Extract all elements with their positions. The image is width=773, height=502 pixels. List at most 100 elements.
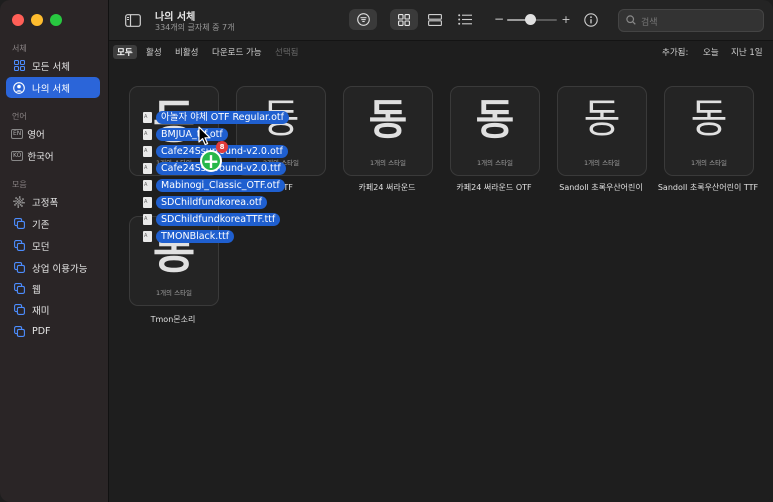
font-style-count: 1개의 스타일 bbox=[690, 159, 728, 167]
list-view-icon bbox=[458, 14, 472, 25]
sidebar-item-my-fonts[interactable]: 나의 서체 bbox=[6, 77, 100, 98]
list-view-button[interactable] bbox=[452, 9, 478, 30]
info-button[interactable] bbox=[582, 11, 599, 28]
dragged-file: A SDChildfundkorea.otf bbox=[143, 195, 267, 210]
sidebar-item-label: 한국어 bbox=[27, 151, 54, 163]
sidebar-item-label: 나의 서체 bbox=[32, 83, 70, 95]
sidebar-item-modern[interactable]: 모던 bbox=[6, 235, 100, 256]
font-preview-glyph: 동 bbox=[368, 95, 408, 144]
added-label: 추가됨: bbox=[662, 48, 689, 58]
sidebar-item-label: 웹 bbox=[32, 284, 41, 296]
sidebar-item-label: 기존 bbox=[32, 219, 50, 231]
grid-view-button[interactable] bbox=[390, 9, 418, 30]
dragged-file-label: SDChildfundkoreaTTF.ttf bbox=[156, 213, 281, 226]
sidebar: 서체 모든 서체 나의 서체 언어 EN 영어 KO 한국어 모음 고정폭 기존… bbox=[0, 0, 109, 502]
filter-all[interactable]: 모두 bbox=[113, 45, 137, 59]
dragged-file-label: TMONBlack.ttf bbox=[156, 230, 235, 243]
font-name: Sandoll 초록우산어린이 bbox=[559, 183, 643, 192]
sidebar-toggle-icon bbox=[125, 13, 141, 27]
grid-view-icon bbox=[398, 13, 410, 26]
strip-view-button[interactable] bbox=[422, 9, 448, 30]
sidebar-toggle-button[interactable] bbox=[124, 12, 142, 28]
dragged-file: A 아놀자 야체 OTF Regular.otf bbox=[143, 110, 289, 125]
font-book-window: 서체 모든 서체 나의 서체 언어 EN 영어 KO 한국어 모음 고정폭 기존… bbox=[0, 0, 773, 502]
filter-selected[interactable]: 선택됨 bbox=[271, 45, 302, 59]
filter-button[interactable] bbox=[349, 9, 377, 30]
font-name: Tmon몬소리 bbox=[150, 315, 196, 324]
font-name: Sandoll 초록우산어린이 TTF bbox=[657, 183, 759, 192]
search-icon bbox=[626, 15, 636, 25]
font-card[interactable]: 동 1개의 스타일 bbox=[664, 86, 754, 176]
font-file-icon: A bbox=[143, 214, 152, 225]
info-icon bbox=[583, 12, 598, 27]
sidebar-item-pdf[interactable]: PDF bbox=[6, 321, 100, 342]
zoom-out-button[interactable]: − bbox=[494, 11, 504, 27]
close-window-button[interactable] bbox=[12, 14, 24, 26]
sidebar-item-english[interactable]: EN 영어 bbox=[6, 123, 100, 144]
font-card[interactable]: 동 1개의 스타일 bbox=[557, 86, 647, 176]
minimize-window-button[interactable] bbox=[31, 14, 43, 26]
person-circle-icon bbox=[12, 81, 26, 95]
language-badge-en: EN bbox=[11, 128, 24, 139]
font-style-count: 1개의 스타일 bbox=[369, 159, 407, 167]
zoom-window-button[interactable] bbox=[50, 14, 62, 26]
collection-icon bbox=[12, 303, 26, 317]
font-file-icon: A bbox=[143, 197, 152, 208]
filter-bar: 모두 활성 비활성 다운로드 가능 선택됨 추가됨: 오늘 지난 1일 bbox=[109, 41, 773, 63]
sidebar-item-commercial[interactable]: 상업 이용가능 bbox=[6, 257, 100, 278]
font-file-icon: A bbox=[143, 231, 152, 242]
added-last-week[interactable]: 지난 1일 bbox=[731, 46, 763, 58]
collection-icon bbox=[12, 239, 26, 253]
collection-icon bbox=[12, 261, 26, 275]
filter-inactive[interactable]: 비활성 bbox=[171, 45, 202, 59]
sidebar-item-label: 재미 bbox=[32, 305, 50, 317]
dragged-file: A BMJUA_ttf.otf bbox=[143, 127, 228, 142]
font-name: 카페24 써라운드 OTF bbox=[456, 183, 532, 192]
grid-icon bbox=[12, 59, 26, 73]
font-file-icon: A bbox=[143, 146, 152, 157]
collection-icon bbox=[12, 282, 26, 296]
zoom-slider[interactable] bbox=[507, 14, 557, 25]
collection-icon bbox=[12, 217, 26, 231]
dragged-file: A SDChildfundkoreaTTF.ttf bbox=[143, 212, 281, 227]
filter-active[interactable]: 활성 bbox=[142, 45, 166, 59]
font-preview-glyph: 동 bbox=[690, 96, 728, 142]
mouse-pointer-icon bbox=[198, 126, 211, 146]
font-file-icon: A bbox=[143, 180, 152, 191]
dragged-file-label: BMJUA_ttf.otf bbox=[156, 128, 228, 141]
font-card[interactable]: 동 1개의 스타일 bbox=[343, 86, 433, 176]
search-placeholder: 검색 bbox=[641, 18, 658, 28]
dragged-file: A TMONBlack.ttf bbox=[143, 229, 235, 244]
filter-downloadable[interactable]: 다운로드 가능 bbox=[208, 45, 266, 59]
added-today[interactable]: 오늘 bbox=[703, 46, 719, 58]
sidebar-item-all-fonts[interactable]: 모든 서체 bbox=[6, 55, 100, 76]
zoom-slider-knob[interactable] bbox=[524, 14, 536, 25]
font-file-icon: A bbox=[143, 163, 152, 174]
toolbar: 나의 서체 334개의 글자체 중 7개 − + 검색 bbox=[109, 0, 773, 41]
font-preview-glyph: 동 bbox=[583, 96, 621, 142]
font-preview-glyph: 동 bbox=[475, 95, 515, 144]
zoom-in-button[interactable]: + bbox=[560, 11, 572, 27]
dragged-file: A Mabinogi_Classic_OTF.otf bbox=[143, 178, 285, 193]
dragged-file-label: 아놀자 야체 OTF Regular.otf bbox=[156, 111, 289, 124]
drag-count-badge: 8 bbox=[216, 141, 228, 153]
sidebar-item-web[interactable]: 웹 bbox=[6, 278, 100, 299]
sidebar-item-label: 영어 bbox=[27, 129, 45, 141]
sidebar-section-language: 언어 bbox=[12, 112, 27, 121]
gear-icon bbox=[12, 195, 26, 209]
search-field[interactable]: 검색 bbox=[618, 9, 764, 32]
sidebar-item-fun[interactable]: 재미 bbox=[6, 299, 100, 320]
filter-icon bbox=[356, 13, 370, 26]
window-subtitle: 334개의 글자체 중 7개 bbox=[155, 23, 235, 32]
sidebar-item-label: 고정폭 bbox=[32, 197, 59, 209]
font-style-count: 1개의 스타일 bbox=[476, 159, 514, 167]
font-card[interactable]: 동 1개의 스타일 bbox=[450, 86, 540, 176]
sidebar-section-library: 서체 bbox=[12, 44, 27, 53]
sidebar-item-korean[interactable]: KO 한국어 bbox=[6, 145, 100, 166]
font-name: 카페24 써라운드 bbox=[358, 183, 416, 192]
sidebar-item-label: PDF bbox=[32, 326, 51, 337]
sidebar-item-basic[interactable]: 기존 bbox=[6, 213, 100, 234]
sidebar-item-label: 모든 서체 bbox=[32, 61, 70, 73]
sidebar-item-monospace[interactable]: 고정폭 bbox=[6, 191, 100, 212]
font-file-icon: A bbox=[143, 112, 152, 123]
